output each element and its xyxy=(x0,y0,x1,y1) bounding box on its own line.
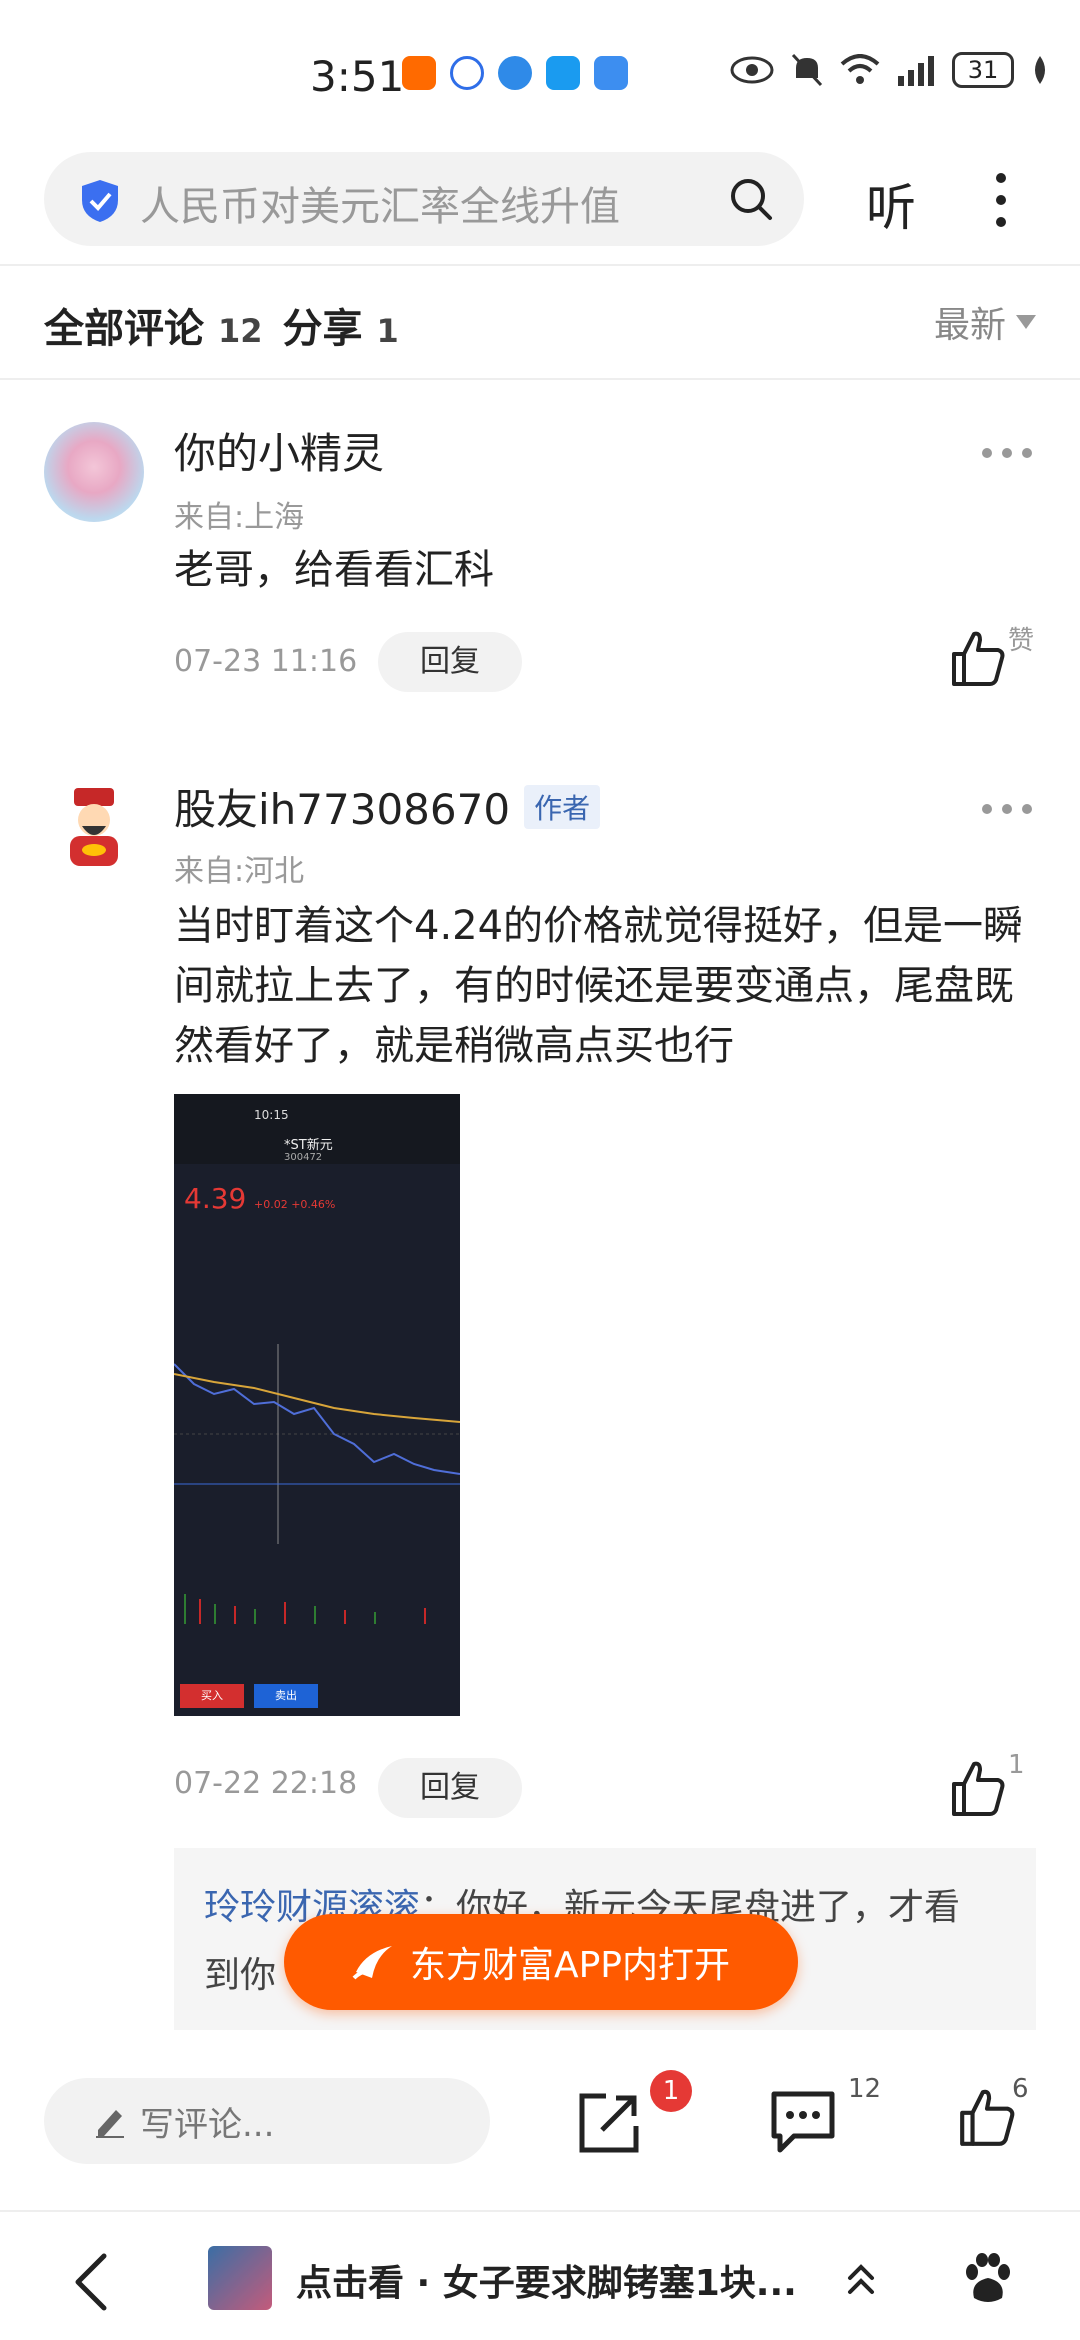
like-icon[interactable] xyxy=(948,628,1008,688)
comment-author[interactable]: 你的小精灵 xyxy=(174,420,384,481)
comment-location: 来自:上海 xyxy=(174,500,305,535)
battery-indicator: 31 xyxy=(952,52,1014,88)
pencil-icon xyxy=(96,2110,124,2138)
share-badge: 1 xyxy=(650,2070,692,2112)
caret-down-icon xyxy=(1016,315,1036,329)
status-time: 3:51 xyxy=(310,52,405,101)
open-in-app-button[interactable]: 东方财富APP内打开 xyxy=(284,1914,798,2010)
thumb-price: 4.39 xyxy=(184,1182,247,1215)
shield-icon xyxy=(82,180,118,222)
thumb-chart xyxy=(174,1344,460,1624)
thumb-time: 10:15 xyxy=(254,1108,289,1122)
tab-all-comments[interactable]: 全部评论 xyxy=(44,296,204,354)
comment-time: 07-22 22:18 xyxy=(174,1766,358,1801)
comment-author-row: 股友ih77308670 作者 xyxy=(174,776,601,837)
browser-icon xyxy=(498,56,532,90)
share-icon[interactable] xyxy=(576,2090,642,2156)
author-badge: 作者 xyxy=(524,784,601,829)
comment-tabs: 全部评论 12 分享 1 xyxy=(44,296,419,354)
search-bar[interactable]: 人民币对美元汇率全线升值 xyxy=(44,152,804,246)
comment-location: 来自:河北 xyxy=(174,854,305,889)
divider xyxy=(0,264,1080,266)
baidu-icon xyxy=(450,56,484,90)
nested-reply-line-2: 到你 xyxy=(204,1955,277,1996)
mute-icon xyxy=(791,53,823,87)
like-icon[interactable] xyxy=(956,2086,1018,2148)
reply-button[interactable]: 回复 xyxy=(378,1758,522,1818)
more-horizontal-icon[interactable] xyxy=(980,446,1034,460)
listen-button[interactable]: 听 xyxy=(866,168,916,240)
bottom-nav: 点击看 · 女子要求脚铐塞1块... xyxy=(0,2210,1080,2340)
sort-label: 最新 xyxy=(933,305,1006,346)
eye-icon xyxy=(730,56,774,84)
more-vertical-icon[interactable] xyxy=(995,170,1007,230)
search-query: 人民币对美元汇率全线升值 xyxy=(140,184,620,230)
thumb-stock-code: 300472 xyxy=(284,1152,323,1163)
avatar[interactable] xyxy=(44,422,144,522)
tab-share[interactable]: 分享 xyxy=(283,296,363,354)
video-thumbnail[interactable] xyxy=(208,2246,272,2310)
comment-count: 12 xyxy=(848,2074,882,2104)
like-icon[interactable] xyxy=(948,1758,1008,1818)
comment-author[interactable]: 股友ih77308670 xyxy=(174,776,510,837)
comments-count: 12 xyxy=(218,312,263,350)
share-count: 1 xyxy=(376,312,399,350)
comment-image[interactable]: 10:15 *ST新元 300472 4.39 +0.02 +0.46% 买入 … xyxy=(174,1094,460,1716)
thumb-change: +0.02 +0.46% xyxy=(254,1198,336,1211)
search-app-icon xyxy=(546,56,580,90)
comment-time: 07-23 11:16 xyxy=(174,644,358,679)
write-comment-placeholder: 写评论... xyxy=(140,2104,275,2145)
sort-dropdown[interactable]: 最新 xyxy=(934,296,1036,348)
taobao-icon xyxy=(402,56,436,90)
nav-video-title[interactable]: 点击看 · 女子要求脚铐塞1块... xyxy=(296,2254,797,2306)
leaf-icon xyxy=(1035,56,1045,84)
status-bar: 3:51 31 xyxy=(0,0,1080,150)
like-label: 赞 xyxy=(1008,626,1035,656)
comment-text: 当时盯着这个4.24的价格就觉得挺好，但是一瞬间就拉上去了，有的时候还是要变通点… xyxy=(174,903,1024,1069)
baidu-paw-icon[interactable] xyxy=(960,2252,1016,2308)
thumb-buy-button: 买入 xyxy=(180,1684,244,1708)
status-right: 31 xyxy=(730,52,1050,88)
chevron-up-icon[interactable] xyxy=(846,2262,876,2296)
notification-icons xyxy=(402,56,628,90)
search-icon[interactable] xyxy=(728,176,774,222)
open-in-app-label: 东方财富APP内打开 xyxy=(409,1945,731,1986)
app-logo-icon xyxy=(352,1946,392,1980)
like-count: 1 xyxy=(1008,1750,1025,1780)
wifi-icon xyxy=(840,54,880,84)
cloud-icon xyxy=(594,56,628,90)
write-comment-input[interactable]: 写评论... xyxy=(44,2078,490,2164)
signal-icon xyxy=(898,56,934,86)
comment-text: 老哥，给看看汇科 xyxy=(174,547,494,593)
reply-button[interactable]: 回复 xyxy=(378,632,522,692)
comment-icon[interactable] xyxy=(768,2088,838,2154)
like-count: 6 xyxy=(1012,2074,1029,2104)
thumb-sell-button: 卖出 xyxy=(254,1684,318,1708)
more-horizontal-icon[interactable] xyxy=(980,802,1034,816)
fortune-god-avatar xyxy=(70,788,118,866)
avatar[interactable] xyxy=(44,778,144,878)
divider xyxy=(0,378,1080,380)
back-icon[interactable] xyxy=(70,2252,110,2312)
thumb-stock-name: *ST新元 xyxy=(284,1138,333,1153)
